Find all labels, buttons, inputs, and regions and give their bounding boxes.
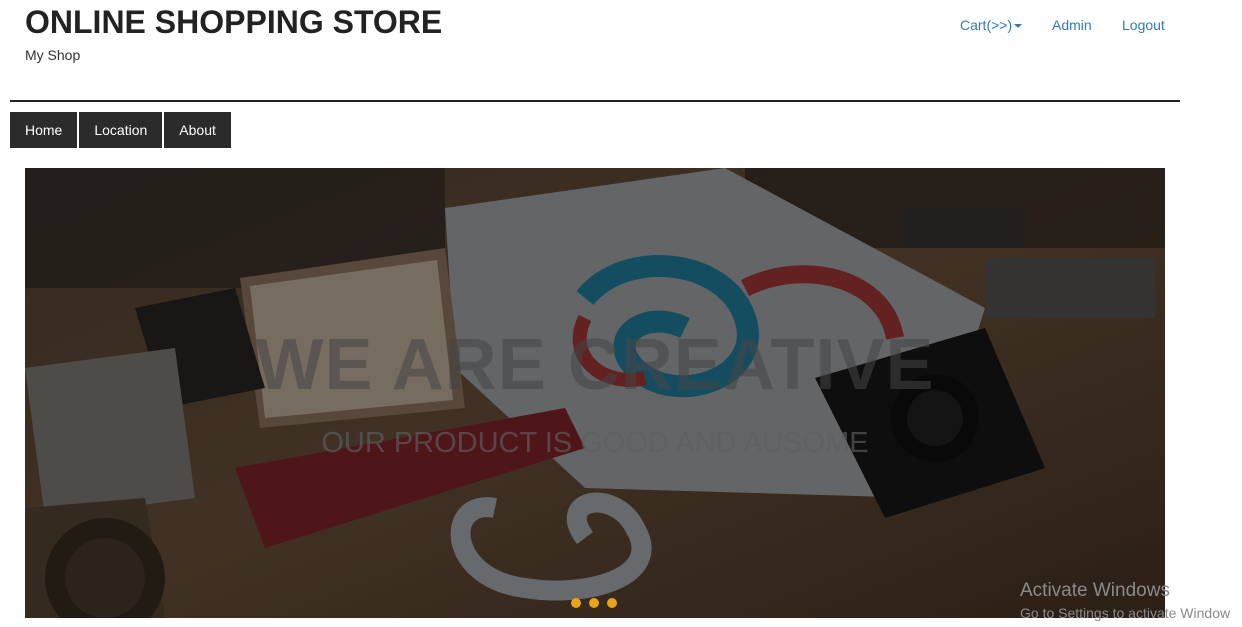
header-divider	[10, 100, 1180, 102]
main-menu: Home Location About	[10, 112, 231, 148]
carousel-dot-3[interactable]	[607, 598, 617, 608]
cart-label: Cart(>>)	[960, 17, 1013, 33]
carousel-indicators	[571, 598, 617, 608]
hero-headline: WE ARE CREATIVE	[255, 325, 935, 405]
cart-dropdown[interactable]: Cart(>>)	[960, 17, 1023, 33]
hero-subline: OUR PRODUCT IS GOOD AND AUSOME	[321, 427, 869, 459]
watermark-title: Activate Windows	[1020, 580, 1170, 601]
site-subtitle: My Shop	[25, 47, 81, 63]
menu-item-home[interactable]: Home	[10, 112, 78, 148]
carousel-dot-1[interactable]	[571, 598, 581, 608]
hero-carousel[interactable]: WE ARE CREATIVE OUR PRODUCT IS GOOD AND …	[25, 168, 1165, 618]
carousel-dot-2[interactable]	[589, 598, 599, 608]
menu-item-location[interactable]: Location	[79, 112, 163, 148]
menu-item-about[interactable]: About	[164, 112, 231, 148]
site-title-rest: SHOPPING STORE	[145, 4, 443, 40]
site-title: ONLINE SHOPPING STORE	[25, 4, 442, 40]
site-title-bold: ONLINE	[25, 4, 146, 40]
logout-link[interactable]: Logout	[1122, 17, 1165, 33]
activate-windows-watermark: Activate Windows Go to Settings to activ…	[1020, 580, 1230, 621]
site-header: ONLINE SHOPPING STORE My Shop	[25, 4, 442, 63]
admin-link[interactable]: Admin	[1052, 17, 1092, 33]
caret-down-icon	[1014, 24, 1023, 29]
watermark-subtitle: Go to Settings to activate Window	[1020, 605, 1231, 621]
